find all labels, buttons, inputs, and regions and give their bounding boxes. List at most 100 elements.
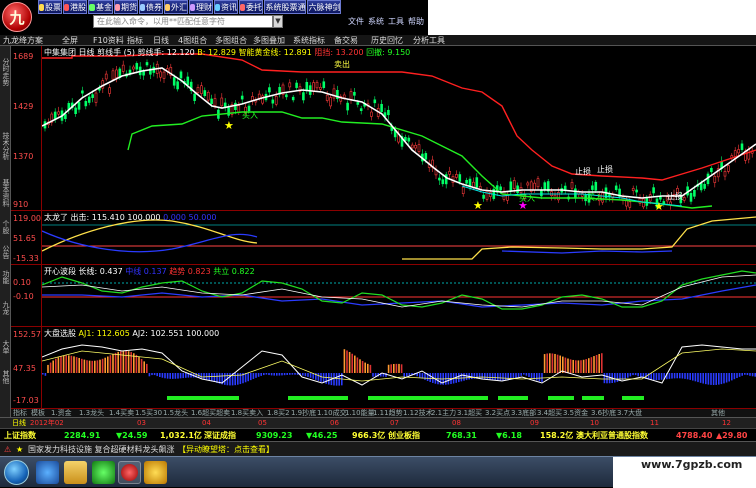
pane4-histogram [42, 349, 756, 386]
side-tab-function[interactable]: 功能 [0, 266, 11, 288]
start-button-icon[interactable] [4, 460, 29, 485]
strip-multichart[interactable]: 多图组合 [215, 35, 247, 46]
strip-history[interactable]: 历史回忆 [371, 35, 403, 46]
strip-daily[interactable]: 日线 [153, 35, 169, 46]
gold-line-value: 智能黄金线: 12.891 [238, 48, 312, 57]
histogram-bar [671, 373, 673, 379]
histogram-bar [720, 373, 723, 385]
histogram-bar [598, 354, 600, 373]
news-ticker[interactable]: ⚠ ★ 国家发力科技设施 复合超硬材料龙头飙涨 【异动瞭望塔：点击查看】 [0, 441, 756, 456]
pane3-label-mid: 中线 [125, 267, 142, 276]
toolbar-button-finance[interactable]: 理财 [189, 0, 213, 14]
app-logo[interactable]: 九 [2, 2, 32, 32]
side-tab-fundamental[interactable]: 基本资料 [0, 174, 11, 212]
side-tab-intraday[interactable]: 分时走势 [0, 50, 11, 94]
pane2-tick-1: 119.00 [13, 214, 41, 223]
side-tab-technical[interactable]: 技术分析 [0, 124, 11, 168]
histogram-bar [265, 373, 268, 375]
folder-icon[interactable] [64, 461, 87, 484]
histogram-bar [549, 353, 551, 373]
stock-app-taskbar-icon[interactable] [118, 461, 141, 484]
strip-sysind[interactable]: 系统指标 [293, 35, 325, 46]
strip-scheme[interactable]: 九龙绛方案 [3, 35, 43, 46]
strip-backup[interactable]: 备交易 [334, 35, 358, 46]
command-search-input[interactable]: 在此输入命令，以用**匹配任意字符 [93, 15, 273, 28]
histogram-bar [528, 373, 530, 378]
candle-body [271, 99, 275, 104]
strip-4chart[interactable]: 4图组合 [178, 35, 207, 46]
menu-system[interactable]: 系统 [368, 15, 384, 28]
star-marker-1: ★ [224, 119, 234, 132]
histogram-bar [281, 373, 283, 376]
candle-body [115, 69, 118, 78]
histogram-bar [731, 373, 733, 381]
histogram-bar [309, 373, 312, 378]
toolbar-button-forex[interactable]: 外汇 [164, 0, 188, 14]
histogram-bar [263, 373, 265, 376]
strip-overlay[interactable]: 多图叠加 [253, 35, 285, 46]
strip-fullscreen[interactable]: 全屏 [62, 35, 78, 46]
indicator-pane-4[interactable]: 大盘选股 AJ1: 112.605 AJ2: 102.551 100.000 [41, 327, 756, 408]
histogram-bar [515, 373, 517, 379]
histogram-bar [634, 373, 637, 376]
toolbar-button-stock[interactable]: 股票 [38, 0, 62, 14]
side-tab-bigorder[interactable]: 大单 [0, 336, 11, 358]
news-tag-link[interactable]: 【异动瞭望塔：点击查看】 [178, 442, 274, 457]
candle-body [291, 96, 295, 101]
strip-f10[interactable]: F10资料 [93, 35, 124, 46]
histogram-bar [484, 373, 486, 379]
menu-tools[interactable]: 工具 [388, 15, 404, 28]
histogram-bar [543, 354, 546, 373]
menu-file[interactable]: 文件 [348, 15, 364, 28]
menu-help[interactable]: 帮助 [408, 15, 424, 28]
histogram-bar [70, 355, 73, 373]
toolbar-button-bond[interactable]: 债券 [139, 0, 163, 14]
toolbar-button-trade[interactable]: 委托 [239, 0, 263, 14]
toolbar-button-system[interactable]: 系统股票通 [264, 0, 306, 14]
indicator-pane-2[interactable]: 太龙了 出击: 115.410 100.000 0.000 50.000 [41, 211, 756, 264]
candle-body [179, 71, 183, 79]
side-tab-jiulong[interactable]: 九龙 [0, 286, 11, 330]
toolbar-button-liumai[interactable]: 六脉神剑 [307, 0, 341, 14]
news-headline[interactable]: 国家发力科技设施 复合超硬材料龙头飙涨 [28, 442, 175, 457]
histogram-bar [481, 373, 483, 379]
histogram-bar [317, 373, 320, 381]
candle-body [84, 101, 88, 107]
side-tab-stock[interactable]: 个股 [0, 216, 11, 238]
side-tab-notice[interactable]: 公告 [0, 241, 11, 263]
search-dropdown-icon[interactable]: ▼ [273, 15, 283, 28]
histogram-bar [660, 373, 663, 380]
indicator-pane-3[interactable]: 开心波段 长线: 0.437 中线 0.137 趋势 0.823 共立 0.82… [41, 265, 756, 326]
histogram-bar [335, 373, 338, 386]
toolbar-button-fund[interactable]: 基金 [88, 0, 113, 14]
histogram-bar [224, 373, 226, 385]
histogram-bar [125, 350, 127, 373]
app-icon-green[interactable] [92, 461, 115, 484]
histogram-bar [205, 373, 208, 380]
candle-body [465, 179, 468, 184]
ie-browser-icon[interactable] [36, 461, 59, 484]
fund-icon [89, 3, 95, 11]
candle-body [329, 97, 332, 107]
strip-tools[interactable]: 分析工具 [413, 35, 445, 46]
histogram-bar [681, 373, 684, 379]
histogram-bar [632, 373, 634, 376]
candle-body [414, 144, 417, 149]
price-pane[interactable]: 卖出 止损 止损 止损 买入 买入 买入 ★ ★ ★ ★ 中集集团 日线 剪线手… [41, 46, 756, 213]
app-icon-yellow[interactable] [144, 461, 167, 484]
histogram-bar [406, 373, 408, 377]
candle-body [240, 95, 244, 100]
strip-indicator[interactable]: 指标 [127, 35, 143, 46]
indicator-tabs: 指标 模板 1.资金 1.3龙头 1.4买卖 1.5买30 1.5龙头 1.6超… [11, 408, 756, 417]
price-tick-2: 1429 [13, 102, 34, 111]
histogram-bar [580, 360, 582, 373]
toolbar-button-news[interactable]: 资讯 [214, 0, 238, 14]
histogram-bar [104, 357, 106, 373]
candle-body [410, 144, 414, 149]
candle-body [370, 111, 373, 117]
toolbar-button-hk[interactable]: 港股 [63, 0, 87, 14]
toolbar-button-futures[interactable]: 期货 [114, 0, 138, 14]
side-tab-other[interactable]: 其他 [0, 366, 11, 388]
candle-body [635, 189, 638, 193]
histogram-bar [57, 357, 60, 373]
